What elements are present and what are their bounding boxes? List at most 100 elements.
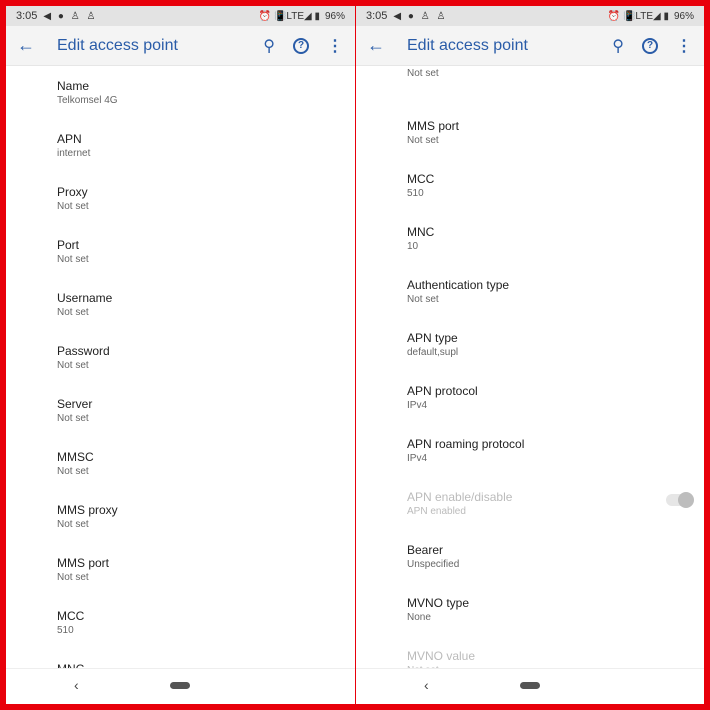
item-title: Server [57,397,93,411]
more-options-icon[interactable]: ⋮ [676,36,692,56]
item-title: Password [57,344,110,358]
list-item[interactable]: MMS proxy Not set [6,490,355,543]
notification-icons: ◀ ● ♙ ♙ [43,10,98,22]
item-title: MMS port [57,556,110,570]
item-summary: Not set [57,201,89,212]
back-arrow-icon[interactable]: ← [356,35,396,56]
list-item[interactable]: Authentication type Not set [356,265,704,318]
search-icon[interactable]: ⚲ [612,36,624,56]
item-summary: Not set [57,572,89,583]
toolbar: ← Edit access point ⚲ ? ⋮ [356,26,704,66]
list-item[interactable]: MCC 510 [356,159,704,212]
nav-back-icon[interactable]: ‹ [74,677,79,693]
item-summary: Not set [57,466,89,477]
item-summary: 10 [407,241,419,252]
page-title: Edit access point [407,36,528,54]
item-summary: IPv4 [407,400,428,411]
navigation-bar: ‹ [356,668,704,704]
item-summary: Telkomsel 4G [57,95,118,106]
item-summary: Unspecified [407,559,460,570]
item-title: APN protocol [407,384,478,398]
item-title: MMSC [57,450,94,464]
list-item[interactable]: APN internet [6,119,355,172]
item-summary: IPv4 [407,453,428,464]
list-item: MVNO value Not set [356,636,704,668]
list-item[interactable]: MMS port Not set [6,543,355,596]
item-summary: default,supl [407,347,459,358]
item-title: Bearer [407,543,444,557]
notification-icons: ◀ ● ♙ ♙ [393,10,448,22]
help-icon[interactable]: ? [642,37,658,54]
item-summary: internet [57,148,91,159]
search-icon[interactable]: ⚲ [263,36,275,56]
list-item[interactable]: Not set [356,66,704,106]
item-title: MCC [407,172,435,186]
list-item[interactable]: APN type default,supl [356,318,704,371]
item-title: Username [57,291,113,305]
toolbar: ← Edit access point ⚲ ? ⋮ [6,26,355,66]
screen-panel: 3:05 ◀ ● ♙ ♙ ⏰ 📳LTE◢ ▮ 96% ← Edit access … [356,6,704,704]
list-item[interactable]: Bearer Unspecified [356,530,704,583]
list-item[interactable]: MNC 10 [356,212,704,265]
item-summary: Not set [407,135,439,146]
list-item[interactable]: Server Not set [6,384,355,437]
navigation-bar: ‹ [6,668,355,704]
item-title: Authentication type [407,278,510,292]
item-title: MCC [57,609,85,623]
item-title: APN type [407,331,458,345]
list-item[interactable]: Username Not set [6,278,355,331]
list-item[interactable]: APN protocol IPv4 [356,371,704,424]
more-options-icon[interactable]: ⋮ [327,36,343,56]
nav-back-icon[interactable]: ‹ [424,677,429,693]
item-title: MMS port [407,119,460,133]
list-item[interactable]: APN roaming protocol IPv4 [356,424,704,477]
list-item[interactable]: Port Not set [6,225,355,278]
settings-list[interactable]: Name Telkomsel 4G APN internet Proxy Not… [6,66,355,668]
battery-level: 96% [324,10,345,22]
system-status-icons: ⏰ 📳LTE◢ ▮ [258,10,320,22]
item-summary: None [407,612,431,623]
item-title: APN [57,132,82,146]
clock: 3:05 [16,10,38,22]
apn-enable-toggle[interactable] [666,492,694,508]
item-title: Port [57,238,80,252]
clock: 3:05 [366,10,388,22]
list-item[interactable]: Password Not set [6,331,355,384]
item-summary: Not set [407,294,439,305]
list-item[interactable]: Proxy Not set [6,172,355,225]
status-bar: 3:05 ◀ ● ♙ ♙ ⏰ 📳LTE◢ ▮ 96% [6,6,355,26]
item-title: MNC [407,225,435,239]
screen-panel: 3:05 ◀ ● ♙ ♙ ⏰ 📳LTE◢ ▮ 96% ← Edit access … [6,6,355,704]
back-arrow-icon[interactable]: ← [6,35,46,56]
list-item[interactable]: MMSC Not set [6,437,355,490]
page-title: Edit access point [57,36,178,54]
item-title: APN enable/disable [407,490,513,504]
list-item[interactable]: Name Telkomsel 4G [6,66,355,119]
home-pill-icon[interactable] [170,682,190,689]
list-item[interactable]: MCC 510 [6,596,355,649]
item-title: Name [57,79,90,93]
list-item[interactable]: MNC [6,649,355,668]
item-title: MVNO value [407,649,476,663]
settings-list[interactable]: Not set MMS port Not set MCC 510 MNC 10 … [356,66,704,668]
item-summary: Not set [57,254,89,265]
item-summary: Not set [57,307,89,318]
list-item[interactable]: MMS port Not set [356,106,704,159]
status-bar: 3:05 ◀ ● ♙ ♙ ⏰ 📳LTE◢ ▮ 96% [356,6,704,26]
help-icon[interactable]: ? [293,37,309,54]
item-summary: Not set [407,68,439,79]
item-title: MVNO type [407,596,470,610]
list-item[interactable]: MVNO type None [356,583,704,636]
item-summary: Not set [57,519,89,530]
battery-level: 96% [673,10,694,22]
item-summary: 510 [57,625,74,636]
item-summary: APN enabled [407,506,466,517]
item-title: APN roaming protocol [407,437,525,451]
system-status-icons: ⏰ 📳LTE◢ ▮ [607,10,669,22]
item-summary: Not set [57,360,89,371]
item-title: MMS proxy [57,503,118,517]
item-summary: Not set [57,413,89,424]
item-title: Proxy [57,185,88,199]
home-pill-icon[interactable] [520,682,540,689]
list-item: APN enable/disable APN enabled [356,477,704,530]
